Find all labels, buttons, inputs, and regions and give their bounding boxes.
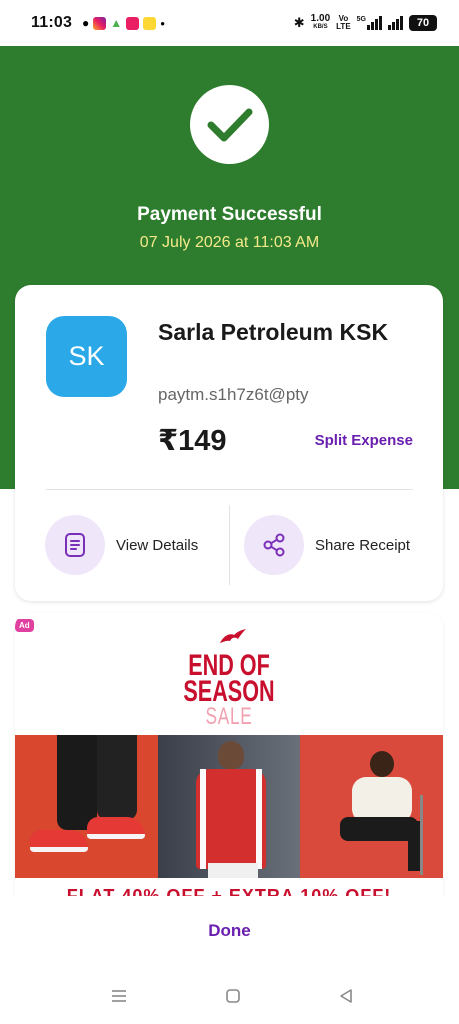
status-time: 11:03 [31, 14, 73, 31]
ad-photo-red-jacket [157, 735, 301, 878]
more-notifications-icon: ● [160, 18, 166, 28]
card-divider [46, 489, 413, 490]
done-button[interactable]: Done [0, 921, 459, 941]
view-details-button[interactable]: View Details [45, 515, 198, 575]
puma-logo-icon [220, 629, 246, 643]
share-receipt-label: Share Receipt [315, 536, 411, 554]
merchant-name: Sarla Petroleum KSK [158, 319, 389, 345]
payment-datetime: 07 July 2026 at 11:03 AM [139, 234, 320, 251]
ad-badge: Ad [15, 619, 34, 632]
ad-headline-line-3: SALE [205, 703, 253, 730]
chat-bubble-icon: ● [82, 16, 90, 30]
share-icon [244, 515, 304, 575]
document-icon [45, 515, 105, 575]
notification-icons: ● ▲ ● [82, 16, 165, 30]
instagram-icon [93, 16, 107, 30]
ad-photo-seated-model [300, 735, 443, 878]
signal-icon: 5G [357, 16, 382, 30]
payment-status-title: Payment Successful [137, 204, 322, 225]
recent-apps-icon[interactable] [108, 985, 130, 1007]
flipkart-icon [143, 16, 157, 30]
merchant-upi-id: paytm.s1h7z6t@pty [158, 385, 309, 404]
payment-amount: ₹149 [158, 425, 227, 457]
bluetooth-icon: ✱ [293, 15, 305, 30]
shopping-app-icon [126, 16, 140, 30]
ad-banner[interactable]: Ad END OF SEASON SALE FLAT 40% OFF + EXT… [15, 613, 443, 913]
view-details-label: View Details [116, 536, 199, 554]
signal-icon-2 [388, 16, 403, 30]
split-expense-button[interactable]: Split Expense [315, 432, 413, 449]
ad-photo-strip [15, 735, 443, 878]
system-nav-bar [0, 985, 459, 1007]
share-receipt-button[interactable]: Share Receipt [244, 515, 410, 575]
bottom-action-bar: Done [0, 896, 459, 1024]
photos-icon: ▲ [110, 16, 123, 30]
actions-divider [229, 505, 230, 585]
system-status-icons: ✱ 1.00 KB/S Vo LTE 5G 70 [293, 13, 437, 31]
payment-details-card: SK Sarla Petroleum KSK paytm.s1h7z6t@pty… [15, 285, 443, 601]
success-check-icon [190, 85, 269, 164]
battery-icon: 70 [409, 15, 437, 31]
status-bar: 11:03 ● ▲ ● ✱ 1.00 KB/S Vo LTE 5G 70 [0, 0, 459, 46]
back-icon[interactable] [335, 985, 357, 1007]
home-icon[interactable] [222, 985, 244, 1007]
ad-photo-shoes [15, 735, 158, 878]
volte-indicator: Vo LTE [336, 14, 351, 31]
merchant-avatar: SK [46, 316, 127, 397]
network-speed: 1.00 KB/S [310, 13, 331, 31]
